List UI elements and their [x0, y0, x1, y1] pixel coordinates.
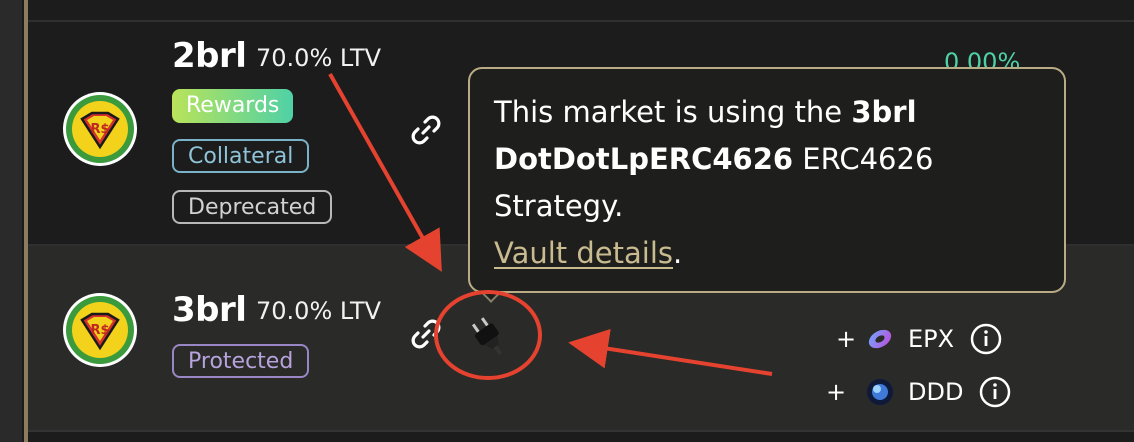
- plug-icon[interactable]: [468, 312, 508, 360]
- collateral-badge: Collateral: [172, 139, 310, 173]
- ltv-label: 70.0% LTV: [256, 297, 382, 325]
- reward-symbol: DDD: [908, 378, 964, 406]
- tooltip-text: This market is using the: [494, 95, 852, 129]
- info-icon[interactable]: [970, 323, 1002, 355]
- market-name: 3brl: [172, 290, 247, 330]
- link-icon[interactable]: [408, 112, 444, 148]
- info-icon[interactable]: [979, 376, 1011, 408]
- protected-badge: Protected: [172, 344, 310, 378]
- svg-text:R$: R$: [90, 122, 109, 137]
- 3brl-logo: R$: [63, 293, 137, 367]
- table-row: [28, 0, 1134, 22]
- vault-details-link[interactable]: Vault details: [494, 236, 673, 270]
- plus-sign: +: [826, 378, 847, 406]
- deprecated-badge: Deprecated: [172, 190, 333, 224]
- market-name: 2brl: [172, 36, 247, 76]
- plus-sign: +: [836, 325, 857, 353]
- ddd-token-icon: [867, 379, 893, 405]
- reward-ddd: + DDD: [826, 374, 1011, 410]
- 2brl-logo: R$: [63, 92, 137, 166]
- reward-epx: + EPX: [836, 321, 1002, 357]
- link-icon[interactable]: [408, 316, 444, 352]
- strategy-tooltip: This market is using the 3brl DotDotLpER…: [468, 67, 1066, 293]
- epx-token-icon: [868, 329, 892, 349]
- tooltip-text: .: [673, 236, 683, 270]
- reward-symbol: EPX: [908, 325, 955, 353]
- rewards-badge: Rewards: [172, 89, 294, 123]
- svg-text:R$: R$: [90, 323, 109, 338]
- ltv-label: 70.0% LTV: [256, 44, 382, 72]
- left-gutter: [0, 0, 22, 442]
- table-row: [28, 432, 1134, 442]
